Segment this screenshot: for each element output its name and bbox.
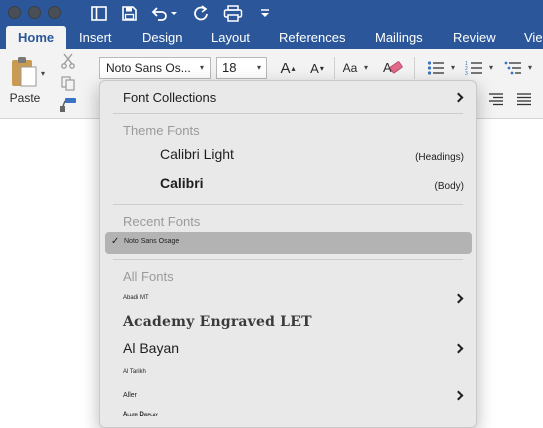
bullets-arrow[interactable]: ▾	[451, 63, 455, 72]
change-case-icon[interactable]: Aa	[338, 57, 362, 79]
chevron-right-icon	[453, 390, 464, 401]
ribbon-tab-bar: Home Insert Design Layout References Mai…	[0, 26, 543, 49]
copy-icon[interactable]	[59, 74, 77, 92]
font-item-name: Al Tarikh	[123, 369, 146, 375]
multilevel-list-arrow[interactable]: ▾	[528, 63, 532, 72]
tab-layout[interactable]: Layout	[211, 26, 250, 49]
tab-review[interactable]: Review	[453, 26, 496, 49]
font-item-name: Aller	[123, 392, 138, 399]
font-item-name: Calibri	[160, 175, 204, 191]
menu-separator	[113, 259, 463, 260]
font-item-name: Aller Display	[123, 412, 158, 418]
minimize-window-button[interactable]	[28, 6, 41, 19]
font-name-value: Noto Sans Os...	[106, 61, 191, 75]
all-fonts-header: All Fonts	[123, 269, 174, 284]
tab-insert[interactable]: Insert	[79, 26, 112, 49]
save-icon[interactable]	[120, 3, 138, 23]
theme-font-item[interactable]: Calibri Light (Headings)	[100, 143, 476, 167]
menu-separator	[113, 204, 463, 205]
tab-home[interactable]: Home	[6, 26, 67, 49]
chevron-right-icon	[453, 92, 464, 103]
customize-icon[interactable]	[258, 3, 272, 23]
shrink-font-icon[interactable]: A ▾	[304, 57, 330, 79]
font-item-name: Al Bayan	[123, 340, 180, 356]
undo-icon[interactable]	[150, 3, 178, 23]
font-size-dropdown-arrow[interactable]: ▾	[257, 63, 261, 72]
bullets-icon[interactable]	[424, 57, 448, 79]
font-item[interactable]: Al Tarikh	[100, 364, 476, 382]
paste-label[interactable]: Paste	[3, 90, 47, 106]
ribbon-divider	[414, 57, 415, 79]
zoom-window-button[interactable]	[48, 6, 61, 19]
ribbon-divider	[334, 57, 335, 79]
font-item-name: Abadi MT	[123, 295, 149, 301]
numbering-arrow[interactable]: ▾	[489, 63, 493, 72]
theme-font-item[interactable]: Calibri (Body)	[100, 172, 476, 196]
font-collections-item[interactable]: Font Collections	[100, 87, 476, 109]
align-right-icon[interactable]	[484, 88, 508, 110]
tab-mailings[interactable]: Mailings	[375, 26, 423, 49]
font-item-name: Calibri Light	[160, 146, 234, 162]
sidebar-icon[interactable]	[90, 3, 108, 23]
svg-text:3: 3	[465, 71, 468, 76]
justify-icon[interactable]	[512, 88, 536, 110]
checkmark-icon: ✓	[111, 236, 120, 247]
format-painter-icon[interactable]	[58, 96, 78, 114]
font-dropdown-menu: Font Collections Theme Fonts Calibri Lig…	[99, 80, 477, 428]
grow-font-icon[interactable]: A ▴	[275, 57, 301, 79]
change-case-arrow[interactable]: ▾	[364, 63, 368, 72]
clear-formatting-icon[interactable]: A	[380, 56, 406, 80]
font-name-dropdown-arrow[interactable]: ▾	[200, 63, 204, 72]
numbering-icon[interactable]: 123	[462, 57, 486, 79]
chevron-right-icon	[453, 343, 464, 354]
tab-design[interactable]: Design	[142, 26, 182, 49]
theme-fonts-header: Theme Fonts	[123, 123, 200, 138]
recent-fonts-header: Recent Fonts	[123, 214, 201, 229]
paste-options-arrow[interactable]: ▾	[41, 69, 45, 78]
print-icon[interactable]	[222, 3, 244, 23]
paste-icon[interactable]	[6, 55, 40, 89]
font-item[interactable]: Al Bayan	[100, 337, 476, 361]
font-size-value: 18	[222, 60, 237, 75]
cut-icon[interactable]	[59, 52, 77, 70]
tab-view[interactable]: Vie	[524, 26, 543, 49]
font-item[interactable]: Academy Engraved LET	[100, 311, 476, 335]
font-item-name: Academy Engraved LET	[123, 314, 312, 330]
font-collections-label: Font Collections	[123, 90, 217, 105]
font-item[interactable]: Aller	[100, 384, 476, 406]
font-name-box[interactable]: Noto Sans Os...	[99, 57, 211, 79]
font-item[interactable]: Abadi MT	[100, 287, 476, 309]
font-item-name: Noto Sans Osage	[124, 238, 180, 245]
tab-references[interactable]: References	[279, 26, 345, 49]
multilevel-list-icon[interactable]	[501, 57, 525, 79]
font-item-hint: (Body)	[434, 181, 464, 192]
recent-font-item[interactable]: ✓ Noto Sans Osage	[105, 232, 472, 254]
close-window-button[interactable]	[8, 6, 21, 19]
chevron-right-icon	[453, 293, 464, 304]
font-item-hint: (Headings)	[415, 152, 464, 163]
menu-separator	[113, 113, 463, 114]
redo-icon[interactable]	[192, 3, 210, 23]
title-bar	[0, 0, 543, 26]
font-item[interactable]: Aller Display	[100, 408, 476, 426]
